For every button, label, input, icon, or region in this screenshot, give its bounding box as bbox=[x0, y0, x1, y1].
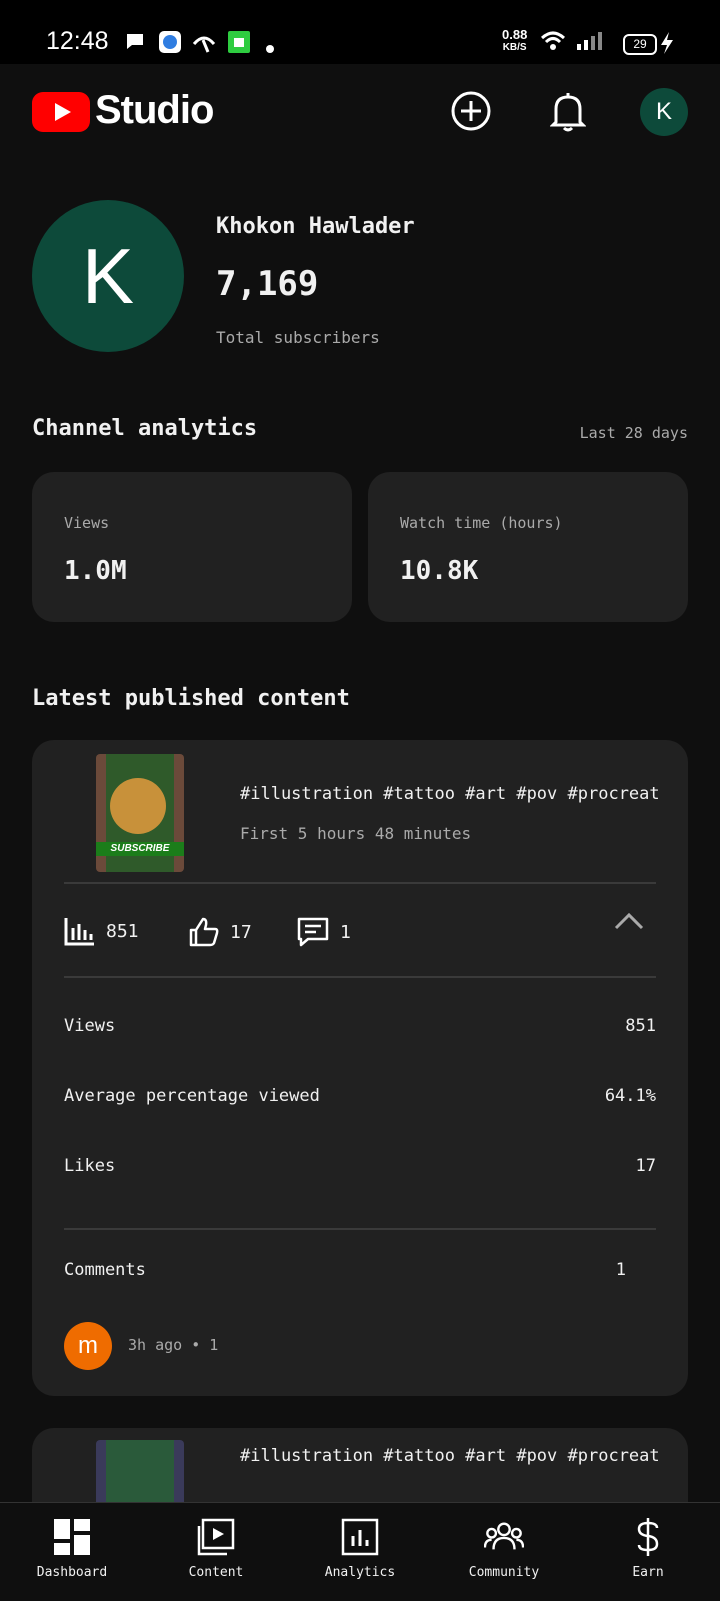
divider bbox=[64, 976, 656, 978]
chevron-up-icon bbox=[614, 912, 644, 930]
status-bar: 12:48 0.88 KB/S 29 bbox=[0, 0, 720, 64]
commenter-avatar[interactable]: m bbox=[64, 1322, 112, 1370]
video-thumbnail[interactable]: SUBSCRIBE bbox=[96, 754, 184, 872]
bar-chart-icon bbox=[64, 918, 94, 946]
stat-label: Views bbox=[64, 514, 110, 532]
app-title: Studio bbox=[95, 88, 214, 132]
charging-icon bbox=[660, 32, 674, 58]
divider bbox=[64, 1228, 656, 1230]
dashboard-icon bbox=[52, 1517, 92, 1557]
channel-avatar[interactable]: K bbox=[32, 200, 184, 352]
status-time: 12:48 bbox=[46, 27, 109, 55]
network-speed: 0.88 KB/S bbox=[502, 27, 528, 53]
signal-icon bbox=[576, 30, 602, 56]
analytics-period: Last 28 days bbox=[579, 424, 688, 442]
chat-notification-icon bbox=[124, 30, 146, 56]
thumbs-up-icon bbox=[189, 917, 219, 947]
detail-row-avg-viewed: Average percentage viewed 64.1% bbox=[64, 1086, 656, 1106]
detail-row-views: Views 851 bbox=[64, 1016, 656, 1036]
bottom-navigation: Dashboard Content Analytics Community Ea… bbox=[0, 1502, 720, 1601]
stat-label: Watch time (hours) bbox=[400, 514, 563, 532]
create-button[interactable] bbox=[446, 86, 496, 136]
comments-metric: 1 bbox=[296, 916, 351, 948]
comments-row[interactable]: Comments 1 bbox=[64, 1260, 626, 1280]
detail-row-likes: Likes 17 bbox=[64, 1156, 656, 1176]
stat-value: 10.8K bbox=[400, 556, 479, 586]
nav-analytics[interactable]: Analytics bbox=[288, 1503, 432, 1601]
battery-indicator: 29 bbox=[623, 34, 657, 55]
nav-earn[interactable]: Earn bbox=[576, 1503, 720, 1601]
divider bbox=[64, 882, 656, 884]
views-stat-card[interactable]: Views 1.0M bbox=[32, 472, 352, 622]
wifi-icon bbox=[540, 30, 566, 56]
earn-icon bbox=[628, 1517, 668, 1557]
latest-video-card: SUBSCRIBE #illustration #tattoo #art #po… bbox=[32, 740, 688, 1396]
watchtime-stat-card[interactable]: Watch time (hours) 10.8K bbox=[368, 472, 688, 622]
youtube-logo-icon bbox=[32, 92, 90, 136]
stat-value: 1.0M bbox=[64, 556, 127, 586]
app-notification-icon bbox=[158, 30, 182, 58]
notifications-button[interactable] bbox=[543, 86, 593, 136]
video-title[interactable]: #illustration #tattoo #art #pov #procrea… bbox=[240, 784, 660, 804]
dot-icon bbox=[266, 38, 274, 57]
latest-content-title: Latest published content bbox=[32, 686, 350, 711]
collapse-button[interactable] bbox=[612, 904, 646, 938]
views-metric: 851 bbox=[64, 916, 139, 946]
nav-content[interactable]: Content bbox=[144, 1503, 288, 1601]
content-icon bbox=[196, 1517, 236, 1557]
nav-community[interactable]: Community bbox=[432, 1503, 576, 1601]
analytics-icon bbox=[340, 1517, 380, 1557]
nav-dashboard[interactable]: Dashboard bbox=[0, 1503, 144, 1601]
top-app-bar: Studio K bbox=[0, 64, 720, 160]
subscriber-label: Total subscribers bbox=[216, 328, 380, 347]
bell-icon bbox=[550, 93, 586, 132]
create-icon bbox=[451, 91, 491, 131]
telenor-icon bbox=[192, 30, 216, 58]
comment-meta: 3h ago • 1 bbox=[128, 1336, 219, 1354]
subscriber-count: 7,169 bbox=[216, 264, 319, 304]
community-icon bbox=[484, 1517, 524, 1557]
analytics-section-title: Channel analytics bbox=[32, 416, 258, 441]
comment-icon bbox=[297, 917, 329, 947]
likes-metric: 17 bbox=[188, 916, 252, 948]
video-title[interactable]: #illustration #tattoo #art #pov #procrea… bbox=[240, 1446, 660, 1466]
channel-name: Khokon Hawlader bbox=[216, 214, 415, 239]
store-icon bbox=[227, 30, 251, 58]
video-subtitle: First 5 hours 48 minutes bbox=[240, 824, 472, 843]
account-avatar[interactable]: K bbox=[640, 88, 688, 136]
